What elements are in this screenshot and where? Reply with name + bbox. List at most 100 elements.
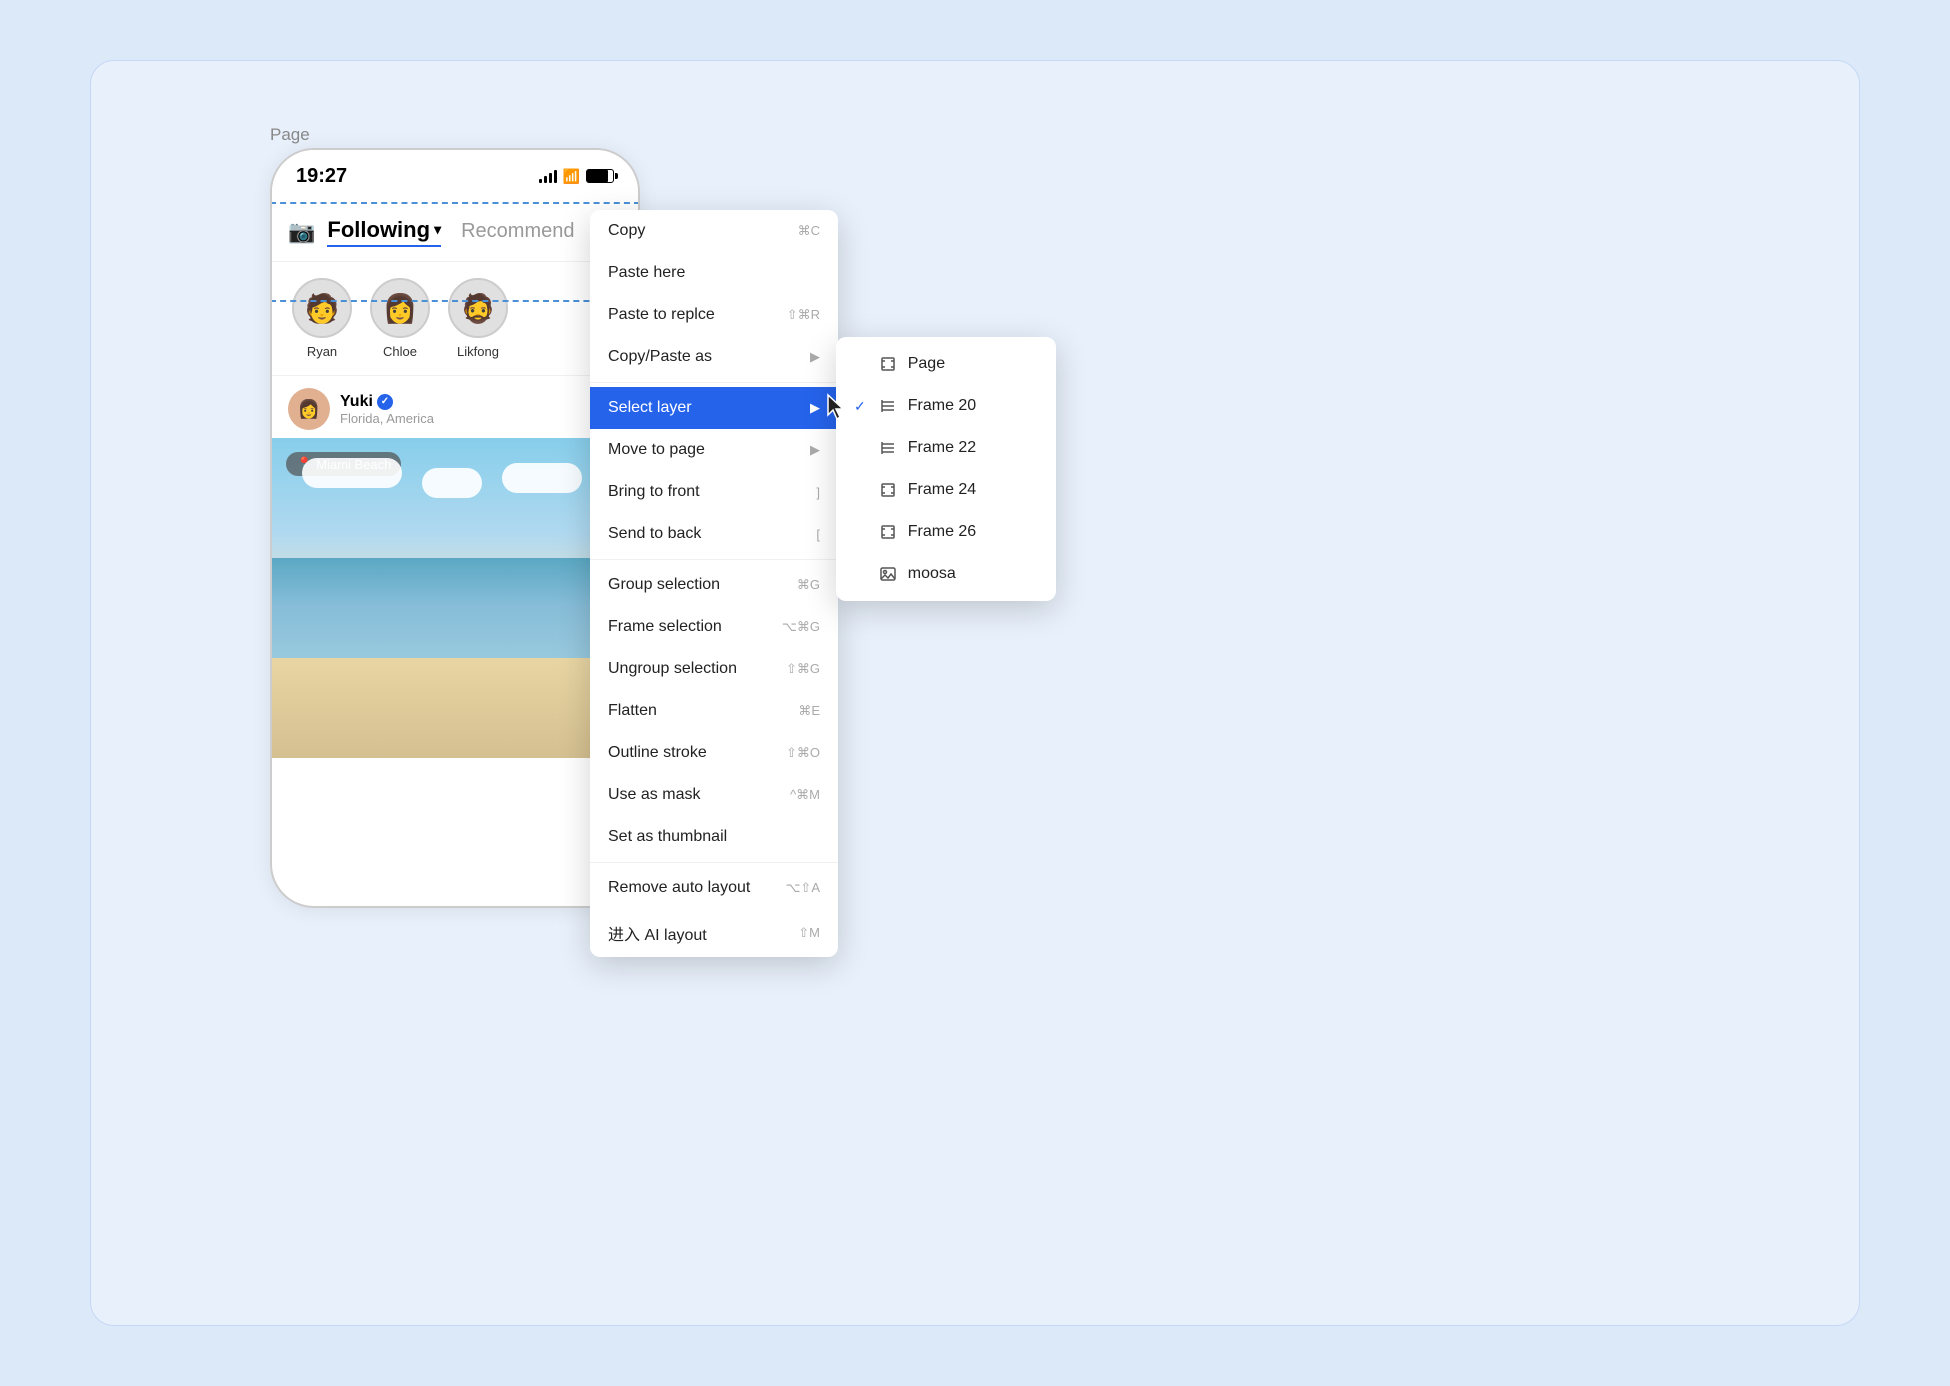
paste-here-label: Paste here bbox=[608, 264, 685, 282]
copy-paste-as-label: Copy/Paste as bbox=[608, 348, 712, 366]
ctx-move-to-page[interactable]: Move to page ▶ bbox=[590, 429, 838, 471]
image-icon bbox=[878, 564, 898, 584]
frame-icon bbox=[878, 480, 898, 500]
camera-icon: 📷 bbox=[288, 219, 315, 245]
use-as-mask-label: Use as mask bbox=[608, 786, 700, 804]
post-avatar: 👩 bbox=[288, 388, 330, 430]
ctx-use-as-mask[interactable]: Use as mask ^⌘M bbox=[590, 774, 838, 816]
select-layer-arrow-icon: ▶ bbox=[810, 400, 820, 416]
submenu-select-layer: ✓ Page ✓ Frame 20 ✓ bbox=[836, 337, 1056, 601]
beach-clouds bbox=[272, 458, 638, 498]
paste-to-replace-label: Paste to replce bbox=[608, 306, 715, 324]
paste-to-replace-shortcut: ⇧⌘R bbox=[787, 307, 820, 323]
context-menu: Copy ⌘C Paste here Paste to replce ⇧⌘R C… bbox=[590, 210, 838, 957]
frame-selection-label: Frame selection bbox=[608, 618, 722, 636]
status-icons: 📶 bbox=[539, 168, 614, 185]
remove-auto-layout-label: Remove auto layout bbox=[608, 879, 750, 897]
nav-following-tab[interactable]: Following ▾ bbox=[327, 217, 441, 247]
submenu-frame20[interactable]: ✓ Frame 20 bbox=[836, 385, 1056, 427]
ctx-divider-1 bbox=[590, 382, 838, 383]
ctx-set-as-thumbnail[interactable]: Set as thumbnail bbox=[590, 816, 838, 858]
copy-shortcut: ⌘C bbox=[798, 223, 820, 239]
submenu-frame26-label: Frame 26 bbox=[908, 523, 976, 541]
copy-label: Copy bbox=[608, 222, 645, 240]
move-to-page-label: Move to page bbox=[608, 441, 705, 459]
flatten-label: Flatten bbox=[608, 702, 657, 720]
story-item[interactable]: 👩 Chloe bbox=[370, 278, 430, 359]
verified-badge: ✓ bbox=[377, 394, 393, 410]
story-item[interactable]: 🧔 Likfong bbox=[448, 278, 508, 359]
flatten-shortcut: ⌘E bbox=[798, 703, 820, 719]
stories-row: 🧑 Ryan 👩 Chloe 🧔 Likfong bbox=[272, 262, 638, 376]
post-username: Yuki ✓ bbox=[340, 393, 622, 411]
ctx-bring-to-front[interactable]: Bring to front ] bbox=[590, 471, 838, 513]
story-name-ryan: Ryan bbox=[307, 344, 337, 359]
select-layer-label: Select layer bbox=[608, 399, 692, 417]
phone-frame: 19:27 📶 📷 Following ▾ Recom bbox=[270, 148, 640, 908]
ctx-divider-3 bbox=[590, 862, 838, 863]
outline-stroke-shortcut: ⇧⌘O bbox=[786, 745, 820, 761]
ungroup-selection-label: Ungroup selection bbox=[608, 660, 737, 678]
submenu-frame20-label: Frame 20 bbox=[908, 397, 976, 415]
signal-icon bbox=[539, 169, 557, 183]
submenu-frame22[interactable]: ✓ Frame 22 bbox=[836, 427, 1056, 469]
ctx-paste-here[interactable]: Paste here bbox=[590, 252, 838, 294]
ctx-group-selection[interactable]: Group selection ⌘G bbox=[590, 564, 838, 606]
submenu-moosa[interactable]: ✓ moosa bbox=[836, 553, 1056, 595]
following-label: Following bbox=[327, 217, 430, 243]
submenu-page-label: Page bbox=[908, 355, 945, 373]
story-name-chloe: Chloe bbox=[383, 344, 417, 359]
ctx-remove-auto-layout[interactable]: Remove auto layout ⌥⇧A bbox=[590, 867, 838, 909]
ctx-send-to-back[interactable]: Send to back [ bbox=[590, 513, 838, 555]
group-selection-label: Group selection bbox=[608, 576, 720, 594]
submenu-page[interactable]: ✓ Page bbox=[836, 343, 1056, 385]
ai-layout-shortcut: ⇧M bbox=[798, 925, 820, 941]
submenu-frame22-label: Frame 22 bbox=[908, 439, 976, 457]
use-as-mask-shortcut: ^⌘M bbox=[790, 787, 820, 803]
copy-paste-arrow-icon: ▶ bbox=[810, 349, 820, 365]
story-avatar-ryan: 🧑 bbox=[292, 278, 352, 338]
ctx-ai-layout[interactable]: 进入 AI layout ⇧M bbox=[590, 909, 838, 957]
nav-recommend-tab[interactable]: Recommend bbox=[461, 220, 596, 243]
bring-to-front-label: Bring to front bbox=[608, 483, 700, 501]
ctx-paste-to-replace[interactable]: Paste to replce ⇧⌘R bbox=[590, 294, 838, 336]
beach-sand bbox=[272, 658, 638, 758]
send-to-back-shortcut: [ bbox=[816, 527, 820, 542]
battery-icon bbox=[586, 169, 614, 183]
send-to-back-label: Send to back bbox=[608, 525, 701, 543]
check-mark-icon: ✓ bbox=[854, 398, 866, 415]
outline-stroke-label: Outline stroke bbox=[608, 744, 707, 762]
page-label: Page bbox=[270, 125, 310, 145]
submenu-frame26[interactable]: ✓ Frame 26 bbox=[836, 511, 1056, 553]
story-item[interactable]: 🧑 Ryan bbox=[292, 278, 352, 359]
set-as-thumbnail-label: Set as thumbnail bbox=[608, 828, 727, 846]
ctx-flatten[interactable]: Flatten ⌘E bbox=[590, 690, 838, 732]
wifi-icon: 📶 bbox=[563, 168, 580, 185]
story-name-likfong: Likfong bbox=[457, 344, 499, 359]
frame-icon bbox=[878, 522, 898, 542]
frame-list-icon bbox=[878, 438, 898, 458]
ungroup-selection-shortcut: ⇧⌘G bbox=[786, 661, 820, 677]
post-header: 👩 Yuki ✓ Florida, America bbox=[272, 376, 638, 438]
status-time: 19:27 bbox=[296, 165, 347, 188]
ctx-divider-2 bbox=[590, 559, 838, 560]
group-selection-shortcut: ⌘G bbox=[797, 577, 820, 593]
submenu-frame24[interactable]: ✓ Frame 24 bbox=[836, 469, 1056, 511]
ctx-copy-paste-as[interactable]: Copy/Paste as ▶ bbox=[590, 336, 838, 378]
frame-icon bbox=[878, 354, 898, 374]
submenu-frame24-label: Frame 24 bbox=[908, 481, 976, 499]
move-to-page-arrow-icon: ▶ bbox=[810, 442, 820, 458]
bring-to-front-shortcut: ] bbox=[816, 485, 820, 500]
ctx-copy[interactable]: Copy ⌘C bbox=[590, 210, 838, 252]
story-avatar-likfong: 🧔 bbox=[448, 278, 508, 338]
ctx-frame-selection[interactable]: Frame selection ⌥⌘G bbox=[590, 606, 838, 648]
phone-nav: 📷 Following ▾ Recommend ⛶ bbox=[272, 202, 638, 262]
story-avatar-chloe: 👩 bbox=[370, 278, 430, 338]
post-location: Florida, America bbox=[340, 411, 622, 426]
ctx-select-layer[interactable]: Select layer ▶ bbox=[590, 387, 838, 429]
ctx-outline-stroke[interactable]: Outline stroke ⇧⌘O bbox=[590, 732, 838, 774]
remove-auto-layout-shortcut: ⌥⇧A bbox=[785, 880, 820, 896]
ctx-ungroup-selection[interactable]: Ungroup selection ⇧⌘G bbox=[590, 648, 838, 690]
submenu-moosa-label: moosa bbox=[908, 565, 956, 583]
phone-mockup: 19:27 📶 📷 Following ▾ Recom bbox=[270, 148, 640, 908]
